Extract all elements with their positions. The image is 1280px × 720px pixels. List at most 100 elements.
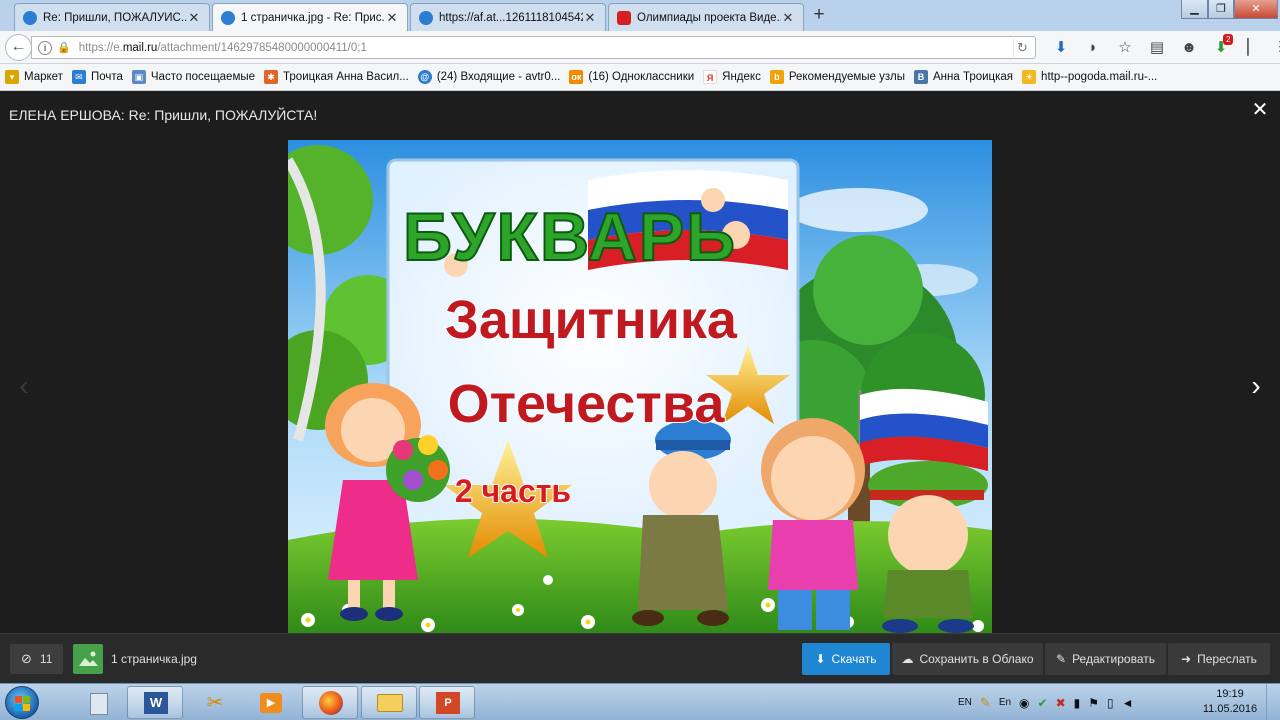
downloads-icon[interactable]: ⬇ 2 xyxy=(1205,34,1237,59)
download-icon: ⬇ xyxy=(815,652,826,666)
close-tab-icon[interactable]: ✕ xyxy=(781,10,795,26)
tab-3[interactable]: Олимпиады проекта Виде... ✕ xyxy=(608,3,804,31)
new-tab-button[interactable]: + xyxy=(807,5,831,27)
attachments-count: 11 xyxy=(39,652,53,666)
pocket-icon[interactable]: ◗ xyxy=(1077,37,1109,59)
cover-part: 2 часть xyxy=(455,473,571,509)
bookmark-recommended[interactable]: b Рекомендуемые узлы xyxy=(769,70,905,84)
tools-icon: ✂ xyxy=(206,692,224,714)
mail-ru-icon xyxy=(23,10,37,25)
download-button[interactable]: ⬇ Скачать xyxy=(802,643,890,675)
volume-tray-icon[interactable]: ◄ xyxy=(1122,696,1134,710)
taskbar-explorer[interactable] xyxy=(361,686,417,719)
bookmark-yandex[interactable]: Я Яндекс xyxy=(703,70,761,84)
bookmark-label: Анна Троицкая xyxy=(932,71,1014,83)
bookmark-label: Почта xyxy=(90,71,123,83)
keyboard-lang-icon[interactable]: En xyxy=(999,697,1011,708)
network-tray-icon[interactable]: ◉ xyxy=(1019,696,1029,710)
windows-taskbar: W ✂ ▶ P EN ✎ En ◉ ✔ ✖ ▮ ⚑ ▯ ◄ 19:19 11.0… xyxy=(0,683,1280,720)
taskbar-calculator[interactable] xyxy=(70,686,126,719)
paperclip-icon: ⊘ xyxy=(21,651,32,666)
download-arrow-icon[interactable]: ⬇ xyxy=(1045,37,1077,59)
bookmark-anna[interactable]: В Анна Троицкая xyxy=(913,70,1014,84)
antivirus-tray-icon[interactable]: ✖ xyxy=(1056,696,1066,710)
bookmark-market[interactable]: ▾ Маркет xyxy=(5,70,63,84)
tab-title: 1 страничка.jpg - Re: Прис... xyxy=(241,11,385,24)
start-button[interactable] xyxy=(5,686,39,719)
sidebar-icon[interactable]: ▏ xyxy=(1237,37,1269,59)
bookmark-mail[interactable]: ✉ Почта xyxy=(71,70,123,84)
downloads-badge: 2 xyxy=(1223,34,1234,45)
url-bar[interactable]: i 🔒 https://e. mail.ru/attachment/1462978… xyxy=(31,36,1036,59)
system-tray: EN ✎ En ◉ ✔ ✖ ▮ ⚑ ▯ ◄ xyxy=(958,684,1142,720)
taskbar-firefox[interactable] xyxy=(302,686,358,719)
cover-title: БУКВАРЬ xyxy=(403,199,737,275)
tab-1[interactable]: 1 страничка.jpg - Re: Прис... ✕ xyxy=(212,3,408,31)
back-button[interactable]: ← xyxy=(5,34,32,61)
windows-logo-icon xyxy=(15,696,30,711)
pencil-tray-icon[interactable]: ✎ xyxy=(980,695,991,711)
tab-2[interactable]: https://af.at...1261118104542 ✕ xyxy=(410,3,606,31)
forward-button[interactable]: ➜ Переслать xyxy=(1168,643,1270,675)
info-icon[interactable]: i xyxy=(38,40,52,55)
show-desktop-button[interactable] xyxy=(1266,684,1280,720)
calculator-icon xyxy=(90,693,108,715)
next-image-arrow-icon[interactable]: › xyxy=(1244,372,1268,401)
mail-ru-icon xyxy=(419,10,433,25)
signal-tray-icon[interactable]: ▮ xyxy=(1074,696,1081,710)
yandex-icon: Я xyxy=(703,70,718,84)
power-tray-icon[interactable]: ▯ xyxy=(1107,696,1114,710)
prev-image-arrow-icon[interactable]: ‹ xyxy=(12,372,36,401)
bookmark-label: http--pogoda.mail.ru-... xyxy=(1041,71,1158,83)
bookmark-frequent[interactable]: ▣ Часто посещаемые xyxy=(131,70,255,84)
book-cover-illustration: БУКВАРЬ Защитника Отечества 2 часть xyxy=(288,140,992,634)
bookmark-inbox[interactable]: @ (24) Входящие - avtr0... xyxy=(417,70,560,84)
youtube-icon xyxy=(617,10,631,25)
flag-tray-icon[interactable]: ⚑ xyxy=(1088,696,1099,710)
tab-title: Олимпиады проекта Виде... xyxy=(637,11,781,24)
close-viewer-icon[interactable]: ✕ xyxy=(1250,100,1270,120)
save-to-cloud-button[interactable]: ☁ Сохранить в Облако xyxy=(892,643,1043,675)
mail-ru-icon: @ xyxy=(417,70,432,84)
taskbar-powerpoint[interactable]: P xyxy=(419,686,475,719)
reading-list-icon[interactable]: ▤ xyxy=(1141,37,1173,59)
bookmark-troitskaya[interactable]: ✱ Троицкая Анна Васил... xyxy=(264,70,409,84)
close-window-button[interactable]: ✕ xyxy=(1234,0,1278,19)
language-indicator[interactable]: EN xyxy=(958,697,972,708)
taskbar-media-player[interactable]: ▶ xyxy=(242,686,298,719)
close-tab-icon[interactable]: ✕ xyxy=(583,10,597,26)
maximize-button[interactable]: ❐ xyxy=(1208,0,1234,19)
bookmark-label: Яндекс xyxy=(722,71,761,83)
forward-label: Переслать xyxy=(1197,652,1257,666)
chat-icon[interactable]: ☻ xyxy=(1173,37,1205,59)
close-tab-icon[interactable]: ✕ xyxy=(385,10,399,26)
menu-icon[interactable]: ☰ xyxy=(1269,37,1280,59)
lock-icon[interactable]: 🔒 xyxy=(57,41,71,54)
download-label: Скачать xyxy=(831,652,877,666)
viewer-title: ЕЛЕНА ЕРШОВА: Re: Пришли, ПОЖАЛУЙСТА! xyxy=(9,107,318,123)
bookmark-pogoda[interactable]: ☀ http--pogoda.mail.ru-... xyxy=(1022,70,1157,84)
bookmark-odnoklassniki[interactable]: ок (16) Одноклассники xyxy=(569,70,694,84)
cart-icon: ▾ xyxy=(5,70,19,84)
bing-icon: b xyxy=(769,70,784,84)
taskbar-app-tools[interactable]: ✂ xyxy=(186,686,242,719)
attachments-count-button[interactable]: ⊘ 11 xyxy=(10,644,64,674)
clock[interactable]: 19:19 11.05.2016 xyxy=(1198,687,1262,717)
tab-0[interactable]: Re: Пришли, ПОЖАЛУЙС... ✕ xyxy=(14,3,210,31)
media-player-icon: ▶ xyxy=(260,693,282,713)
minimize-button[interactable]: ▁ xyxy=(1181,0,1208,19)
bookmark-label: Рекомендуемые узлы xyxy=(788,71,905,83)
attachment-image: БУКВАРЬ Защитника Отечества 2 часть xyxy=(288,140,992,634)
bookmark-star-icon[interactable]: ☆ xyxy=(1109,37,1141,59)
attachment-filename: 1 страничка.jpg xyxy=(111,652,197,666)
clock-date: 11.05.2016 xyxy=(1202,703,1258,715)
close-tab-icon[interactable]: ✕ xyxy=(187,10,201,26)
clock-time: 19:19 xyxy=(1216,688,1244,700)
tab-title: https://af.at...1261118104542 xyxy=(439,11,583,24)
presentation-icon: P xyxy=(436,692,460,714)
image-thumbnail[interactable] xyxy=(73,644,103,674)
shield-tray-icon[interactable]: ✔ xyxy=(1038,696,1048,710)
reload-icon[interactable]: ↻ xyxy=(1013,39,1031,57)
taskbar-word[interactable]: W xyxy=(127,686,183,719)
edit-button[interactable]: ✎ Редактировать xyxy=(1045,643,1166,675)
